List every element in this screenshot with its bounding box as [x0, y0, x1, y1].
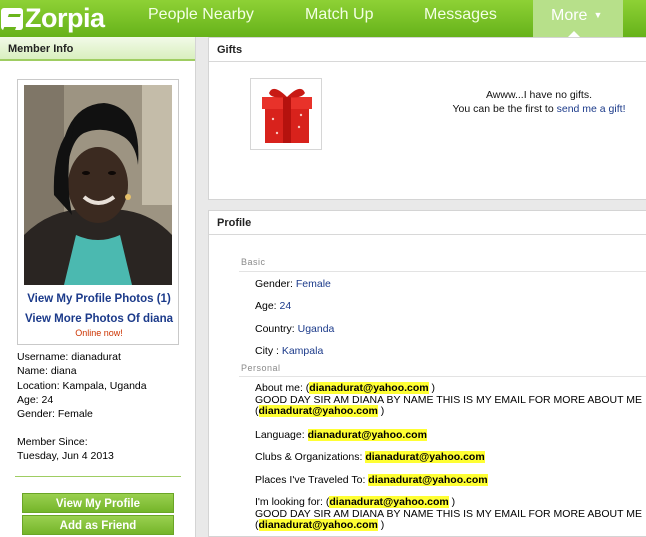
looking-label: I'm looking for: — [255, 496, 323, 508]
zorpia-logo-icon — [1, 7, 23, 30]
places-row: Places I've Traveled To: dianadurat@yaho… — [255, 474, 488, 487]
profile-photo-card: View My Profile Photos (1) View More Pho… — [17, 79, 179, 345]
about-label: About me: — [255, 382, 303, 394]
add-as-friend-button[interactable]: Add as Friend — [22, 515, 174, 535]
about-me-block: About me: (dianadurat@yahoo.com ) GOOD D… — [255, 382, 643, 417]
country-value[interactable]: Uganda — [298, 323, 335, 335]
member-info-column: Member Info View My Profile Photos (1) V… — [0, 37, 196, 537]
personal-section-label: Personal — [241, 363, 281, 373]
personal-rule — [239, 376, 646, 377]
location-line: Location: Kampala, Uganda — [17, 379, 147, 392]
city-value[interactable]: Kampala — [282, 345, 323, 357]
member-since: Member Since: Tuesday, Jun 4 2013 — [17, 435, 114, 464]
nav-messages[interactable]: Messages — [424, 0, 497, 37]
looking-email-2: dianadurat@yahoo.com — [258, 519, 378, 531]
about-email-2: dianadurat@yahoo.com — [258, 405, 378, 417]
nav-match-up[interactable]: Match Up — [305, 0, 373, 37]
view-profile-photos-link[interactable]: View My Profile Photos (1) — [18, 293, 180, 305]
about-email: dianadurat@yahoo.com — [309, 382, 429, 394]
member-info-header: Member Info — [0, 37, 195, 61]
member-since-date: Tuesday, Jun 4 2013 — [17, 450, 114, 463]
top-nav-bar: Zorpia People Nearby Match Up Messages M… — [0, 0, 646, 37]
logo-text: Zorpia — [25, 3, 105, 33]
gender-label: Gender: — [255, 278, 293, 290]
age-label: Age: — [255, 300, 277, 312]
no-gifts-line1: Awww...I have no gifts. — [485, 89, 593, 101]
clubs-value: dianadurat@yahoo.com — [365, 451, 485, 463]
language-row: Language: dianadurat@yahoo.com — [255, 429, 427, 442]
age-line: Age: 24 — [17, 393, 54, 406]
gifts-panel: Gifts Awww...I have no gifts. You can be… — [208, 37, 646, 200]
caret-down-icon: ▼ — [593, 10, 603, 20]
profile-panel: Profile Basic Gender: Female Age: 24 Cou… — [208, 210, 646, 537]
left-divider — [15, 476, 181, 477]
gifts-header: Gifts — [209, 38, 646, 62]
basic-section-label: Basic — [241, 257, 266, 267]
places-value: dianadurat@yahoo.com — [368, 474, 488, 486]
member-since-label: Member Since: — [17, 436, 88, 448]
gender-row: Gender: Female — [255, 278, 331, 290]
looking-email: dianadurat@yahoo.com — [329, 496, 449, 508]
view-more-photos-link[interactable]: View More Photos Of diana — [18, 313, 180, 325]
username-line: Username: dianadurat — [17, 351, 121, 363]
nav-people-nearby[interactable]: People Nearby — [148, 0, 254, 37]
send-gift-link[interactable]: send me a gift! — [557, 103, 626, 115]
language-label: Language: — [255, 429, 305, 441]
basic-rule — [239, 271, 646, 272]
gender-value[interactable]: Female — [296, 278, 331, 290]
country-label: Country: — [255, 323, 295, 335]
gift-box-icon — [262, 88, 312, 143]
age-value[interactable]: 24 — [280, 300, 292, 312]
city-row: City : Kampala — [255, 345, 323, 357]
nav-more-label: More — [551, 7, 588, 24]
clubs-label: Clubs & Organizations: — [255, 451, 363, 463]
member-details: Username: dianadurat Name: diana Locatio… — [17, 350, 147, 421]
profile-header: Profile — [209, 211, 646, 235]
no-gifts-line2: You can be the first to — [452, 103, 554, 115]
city-label: City : — [255, 345, 279, 357]
places-label: Places I've Traveled To: — [255, 474, 366, 486]
looking-for-block: I'm looking for: (dianadurat@yahoo.com )… — [255, 496, 643, 531]
age-row: Age: 24 — [255, 300, 291, 312]
gender-line: Gender: Female — [17, 408, 93, 421]
clubs-row: Clubs & Organizations: dianadurat@yahoo.… — [255, 451, 485, 464]
profile-photo-image — [24, 85, 172, 285]
language-value: dianadurat@yahoo.com — [307, 429, 427, 441]
country-row: Country: Uganda — [255, 323, 334, 335]
gift-image[interactable] — [250, 78, 322, 150]
no-gifts-message: Awww...I have no gifts. You can be the f… — [419, 88, 646, 116]
view-my-profile-button[interactable]: View My Profile — [22, 493, 174, 513]
zorpia-logo[interactable]: Zorpia — [0, 0, 105, 37]
name-line: Name: diana — [17, 365, 77, 378]
online-status: Online now! — [75, 328, 123, 338]
profile-photo[interactable] — [24, 85, 172, 285]
